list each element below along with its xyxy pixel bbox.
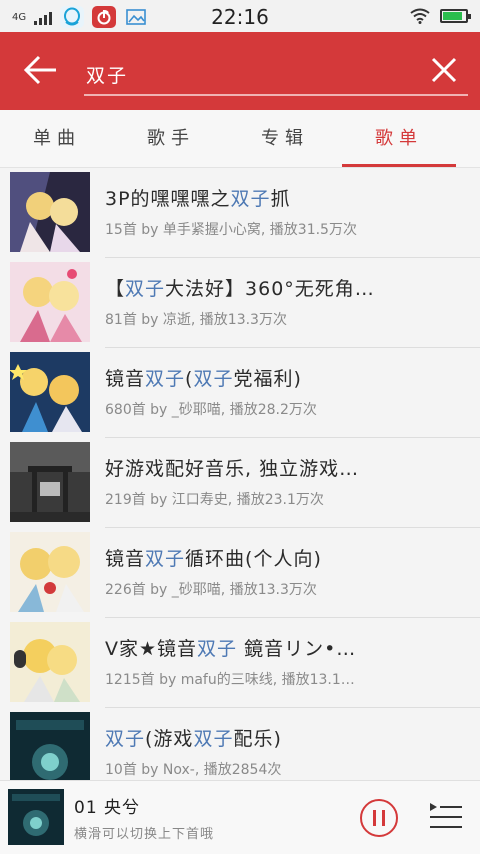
status-bar: 4G 22:16 (0, 0, 480, 32)
playlist-meta: 15首 by 单手紧握小心窝, 播放31.5万次 (105, 222, 357, 238)
keyword-highlight: 双子 (125, 278, 166, 300)
playlist-cover (10, 532, 90, 612)
tab-songs[interactable]: 单曲 (0, 110, 114, 168)
back-button[interactable] (20, 50, 64, 90)
keyword-highlight: 双子 (230, 188, 271, 210)
playlist-row[interactable]: 镜音双子循环曲(个人向) 226首 by _砂耶喵, 播放13.3万次 (0, 528, 480, 618)
pause-button[interactable] (359, 798, 399, 838)
battery-icon (440, 9, 471, 23)
title-text: 3P的嘿嘿嘿之 (105, 188, 231, 210)
playlist-title: 镜音双子循环曲(个人向) (105, 544, 405, 571)
playlist-info: 镜音双子(双子党福利) 680首 by _砂耶喵, 播放28.2万次 (105, 348, 480, 438)
tab-playlists[interactable]: 歌单 (342, 110, 456, 168)
clear-search-button[interactable] (428, 54, 460, 86)
title-text: 镜音 (105, 368, 146, 390)
title-text: 鏡音リン•… (237, 638, 357, 660)
playlist-row[interactable]: 好游戏配好音乐, 独立游戏… 219首 by 江口寿史, 播放23.1万次 (0, 438, 480, 528)
playlist-info: 双子(游戏双子配乐) 10首 by Nox-, 播放2854次 (105, 708, 480, 780)
mini-player[interactable]: 01 央兮 横滑可以切换上下首哦 (0, 780, 480, 854)
playlist-cover (10, 352, 90, 432)
pause-icon (360, 799, 398, 837)
playlist-title: 好游戏配好音乐, 独立游戏… (105, 454, 405, 481)
wifi-icon (410, 8, 430, 24)
playlist-icon (430, 803, 462, 828)
playlist-cover (10, 172, 90, 252)
playlist-meta: 81首 by 凉逝, 播放13.3万次 (105, 312, 287, 328)
swipe-hint: 横滑可以切换上下首哦 (74, 827, 215, 842)
title-text: (游戏 (145, 728, 194, 750)
playlist-meta: 680首 by _砂耶喵, 播放28.2万次 (105, 402, 317, 418)
playlist-results: 3P的嘿嘿嘿之双子抓 15首 by 单手紧握小心窝, 播放31.5万次 【双子大… (0, 168, 480, 780)
search-header (0, 32, 480, 110)
title-text: 配乐) (233, 728, 282, 750)
playlist-title: 双子(游戏双子配乐) (105, 724, 405, 751)
playlist-queue-button[interactable] (428, 801, 464, 833)
title-text: 镜音 (105, 548, 146, 570)
playlist-row[interactable]: 镜音双子(双子党福利) 680首 by _砂耶喵, 播放28.2万次 (0, 348, 480, 438)
playlist-row[interactable]: 双子(游戏双子配乐) 10首 by Nox-, 播放2854次 (0, 708, 480, 780)
tab-artists[interactable]: 歌手 (114, 110, 228, 168)
playlist-row[interactable]: V家★镜音双子 鏡音リン•… 1215首 by mafu的三味线, 播放13.1… (0, 618, 480, 708)
title-text: V家★镜音 (105, 638, 198, 660)
search-box (84, 52, 468, 96)
title-text: 好游戏配好音乐, 独立游戏… (105, 458, 360, 480)
playlist-row[interactable]: 【双子大法好】360°无死角… 81首 by 凉逝, 播放13.3万次 (0, 258, 480, 348)
playlist-meta: 219首 by 江口寿史, 播放23.1万次 (105, 492, 324, 508)
title-text: 【 (105, 278, 126, 300)
playlist-cover (10, 442, 90, 522)
search-input[interactable] (86, 58, 406, 90)
playlist-info: 好游戏配好音乐, 独立游戏… 219首 by 江口寿史, 播放23.1万次 (105, 438, 480, 528)
playlist-cover (10, 712, 90, 780)
playlist-cover (10, 262, 90, 342)
playlist-row[interactable]: 3P的嘿嘿嘿之双子抓 15首 by 单手紧握小心窝, 播放31.5万次 (0, 168, 480, 258)
keyword-highlight: 双子 (145, 548, 186, 570)
playlist-meta: 1215首 by mafu的三味线, 播放13.1… (105, 672, 355, 688)
playlist-title: 3P的嘿嘿嘿之双子抓 (105, 184, 405, 211)
tab-albums[interactable]: 专辑 (228, 110, 342, 168)
title-text: 循环曲(个人向) (185, 548, 322, 570)
playlist-cover (10, 622, 90, 702)
status-time: 22:16 (211, 5, 269, 29)
back-arrow-icon (23, 55, 56, 85)
playlist-title: 【双子大法好】360°无死角… (105, 274, 405, 301)
battery-level (443, 12, 462, 20)
close-icon (431, 57, 457, 83)
playlist-info: V家★镜音双子 鏡音リン•… 1215首 by mafu的三味线, 播放13.1… (105, 618, 480, 708)
keyword-highlight: 双子 (193, 368, 234, 390)
keyword-highlight: 双子 (197, 638, 238, 660)
playlist-info: 【双子大法好】360°无死角… 81首 by 凉逝, 播放13.3万次 (105, 258, 480, 348)
title-text: 党福利) (233, 368, 302, 390)
title-text: 抓 (270, 188, 291, 210)
now-playing-title: 01 央兮 (74, 798, 141, 818)
playlist-info: 3P的嘿嘿嘿之双子抓 15首 by 单手紧握小心窝, 播放31.5万次 (105, 168, 480, 258)
status-bar-right (410, 8, 471, 24)
playlist-meta: 226首 by _砂耶喵, 播放13.3万次 (105, 582, 317, 598)
active-tab-indicator (342, 164, 456, 167)
playlist-info: 镜音双子循环曲(个人向) 226首 by _砂耶喵, 播放13.3万次 (105, 528, 480, 618)
result-tabs: 单曲 歌手 专辑 歌单 (0, 110, 480, 168)
playlist-title: V家★镜音双子 鏡音リン•… (105, 634, 405, 661)
playlist-title: 镜音双子(双子党福利) (105, 364, 405, 391)
keyword-highlight: 双子 (105, 728, 146, 750)
title-text: 大法好】360°无死角… (165, 278, 375, 300)
keyword-highlight: 双子 (145, 368, 186, 390)
now-playing-cover (8, 789, 64, 845)
playlist-meta: 10首 by Nox-, 播放2854次 (105, 762, 282, 778)
keyword-highlight: 双子 (193, 728, 234, 750)
